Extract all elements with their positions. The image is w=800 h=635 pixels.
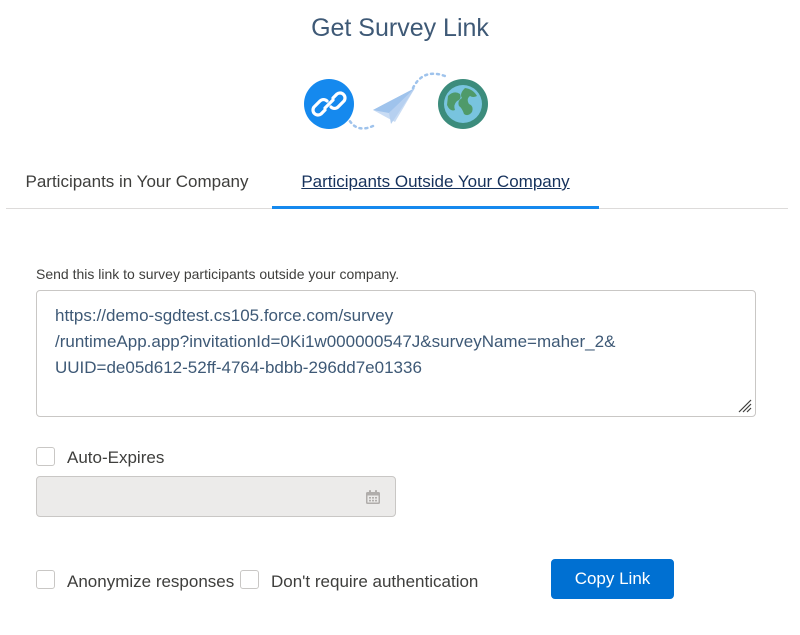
survey-link-illustration — [304, 72, 488, 130]
no-auth-label: Don't require authentication — [271, 572, 479, 591]
survey-link-textarea[interactable]: https://demo-sgdtest.cs105.force.com/sur… — [36, 290, 756, 417]
modal-title: Get Survey Link — [311, 14, 489, 42]
calendar-icon[interactable] — [365, 489, 381, 505]
paper-plane-icon — [373, 88, 415, 124]
auto-expires-label: Auto-Expires — [67, 448, 165, 467]
anonymize-responses-checkbox[interactable] — [36, 570, 55, 589]
tab-label: Participants Outside Your Company — [301, 172, 570, 191]
expiration-date-input[interactable] — [36, 476, 396, 517]
anonymize-responses-label: Anonymize responses — [67, 572, 235, 591]
link-text-line: https://demo-sgdtest.cs105.force.com/sur… — [55, 306, 394, 325]
link-instruction: Send this link to survey participants ou… — [36, 266, 400, 282]
active-tab-indicator — [272, 206, 599, 209]
tab-participants-outside-company[interactable]: Participants Outside Your Company — [272, 160, 599, 209]
link-icon — [304, 79, 354, 129]
link-text-line: UUID=de05d612-52ff-4764-bdbb-296dd7e0133… — [55, 358, 422, 377]
auto-expires-checkbox[interactable] — [36, 447, 55, 466]
copy-link-button[interactable]: Copy Link — [551, 559, 674, 599]
no-auth-checkbox[interactable] — [240, 570, 259, 589]
tab-label: Participants in Your Company — [25, 172, 249, 191]
tab-participants-in-company[interactable]: Participants in Your Company — [6, 160, 268, 207]
link-text-line: /runtimeApp.app?invitationId=0Ki1w000000… — [55, 332, 616, 351]
resize-handle-icon[interactable] — [738, 399, 752, 413]
tab-bar: Participants in Your Company Participant… — [6, 160, 788, 209]
globe-icon — [438, 79, 488, 129]
